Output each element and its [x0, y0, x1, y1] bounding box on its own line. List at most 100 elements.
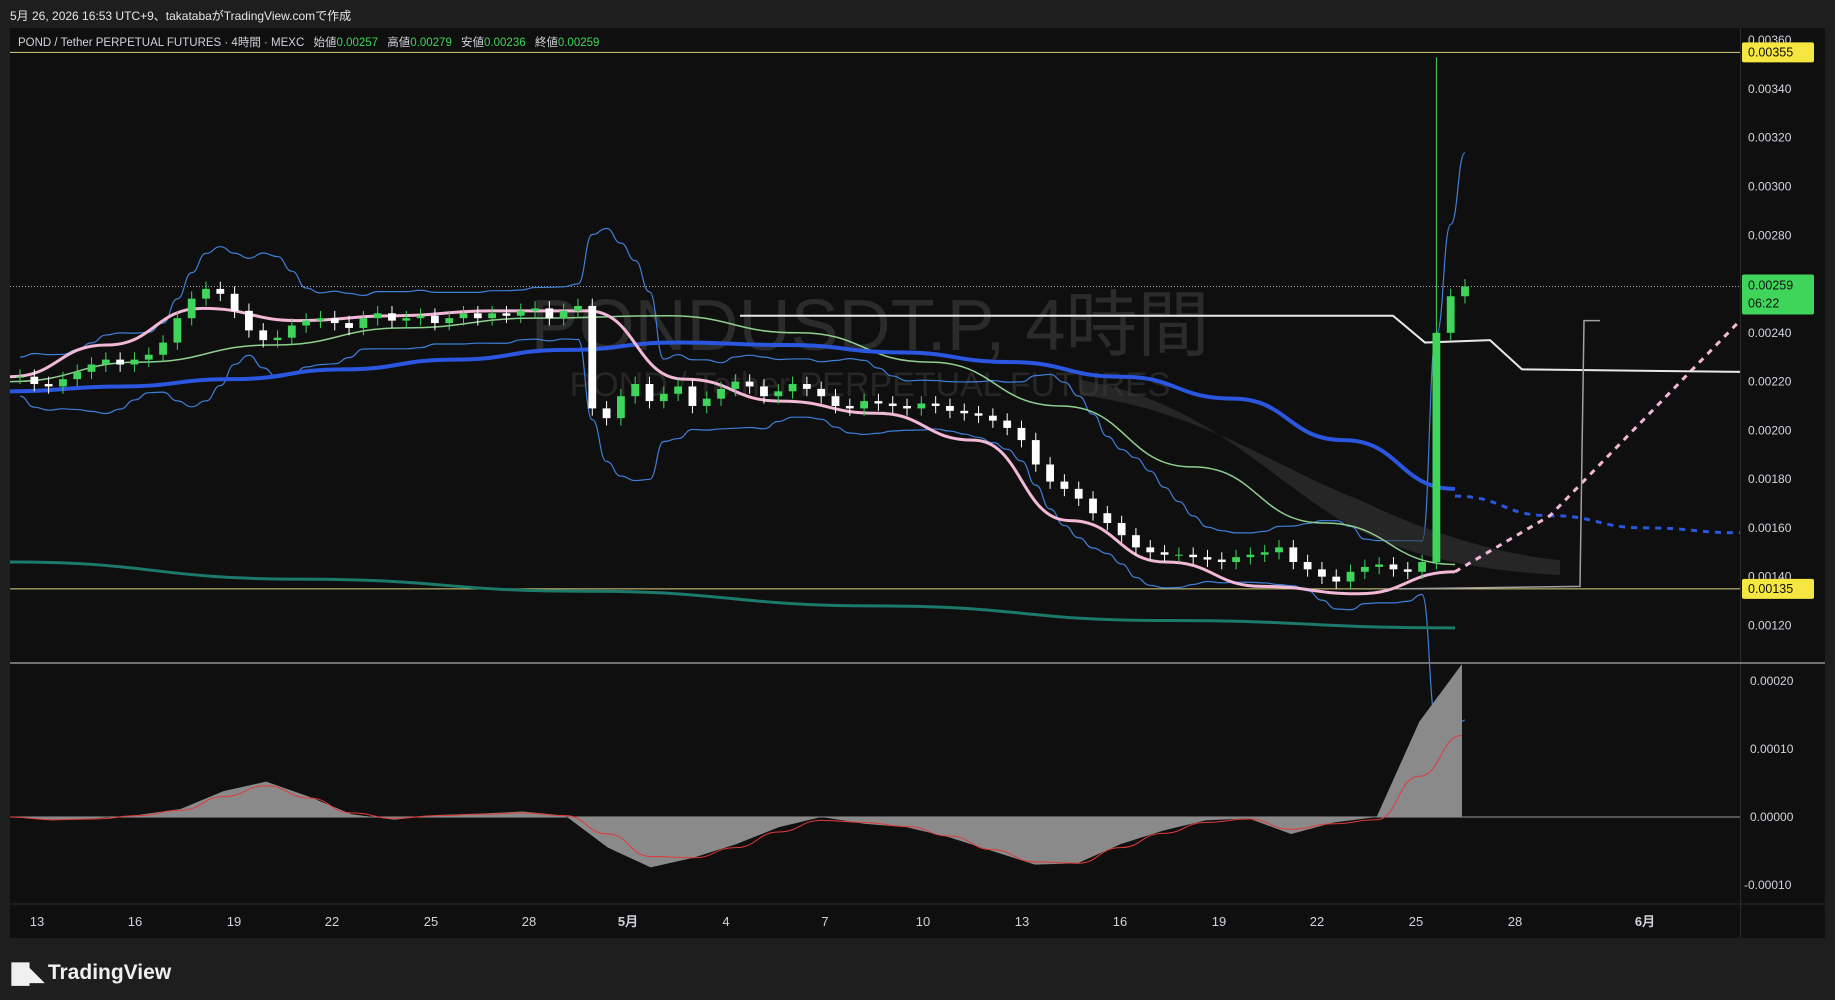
candle-body	[431, 315, 439, 324]
candle-body	[101, 359, 110, 365]
ema-long-projection	[1454, 494, 1741, 535]
ema-short-projection	[1454, 319, 1742, 574]
macd-tick-label: 0.00010	[1750, 742, 1794, 756]
candle-body	[602, 408, 611, 419]
time-tick-label: 4	[722, 914, 729, 929]
candle-body	[1289, 547, 1298, 563]
candle-body	[173, 318, 182, 343]
time-tick-label: 7	[821, 914, 828, 929]
candle-body	[473, 313, 482, 319]
candle-body	[1132, 535, 1140, 548]
candle-body	[59, 379, 67, 387]
candle-body	[802, 384, 811, 389]
candle-body	[159, 342, 167, 355]
candle-body	[502, 313, 511, 316]
low-value: 0.00236	[484, 37, 526, 49]
time-tick-label: 25	[424, 914, 438, 929]
candle-body	[87, 364, 96, 372]
high-value: 0.00279	[410, 37, 452, 49]
price-chart[interactable]: PONDUSDT.P, 4時間 POND / Tether PERPETUAL F…	[0, 0, 1835, 1000]
candle-body	[988, 415, 997, 421]
candle-body	[1103, 513, 1112, 524]
candle-body	[130, 359, 139, 365]
candle-body	[674, 386, 683, 394]
candle-body	[1389, 564, 1398, 570]
candle-body	[1117, 523, 1126, 536]
candle-body	[316, 318, 325, 321]
brand-name: TradingView	[47, 961, 172, 984]
time-tick-label: 6月	[1635, 914, 1655, 929]
candle-body	[717, 388, 725, 399]
macd-tick-label: 0.00000	[1750, 810, 1794, 824]
level-badge-label: 0.00135	[1748, 582, 1793, 596]
candle-body	[760, 386, 768, 397]
candle-body	[1089, 498, 1097, 514]
candle-body	[888, 403, 897, 406]
candle-body	[574, 305, 582, 311]
candle-body	[287, 325, 296, 338]
candle-body	[559, 310, 568, 319]
time-tick-label: 19	[1212, 914, 1226, 929]
ichimoku-cloud	[1080, 380, 1560, 575]
candle-body	[1232, 557, 1240, 563]
candle-body	[1275, 547, 1283, 553]
candle-body	[1360, 566, 1369, 572]
candle-body	[788, 384, 797, 392]
candle-body	[230, 293, 239, 311]
candle-body	[1332, 576, 1341, 582]
candle-body	[1203, 557, 1212, 560]
open-value: 0.00257	[336, 37, 379, 49]
close-label: 終値	[534, 37, 558, 49]
candle-body	[273, 337, 282, 341]
candle-body	[73, 371, 82, 380]
last-price-label: 0.00259	[1748, 278, 1793, 292]
candle-body	[702, 398, 711, 406]
candle-body	[831, 396, 840, 406]
candle-body	[44, 384, 53, 387]
level-badge-label: 0.00355	[1748, 45, 1793, 59]
candle-body	[116, 359, 125, 365]
tradingview-logo[interactable]: ▇◣ TradingView	[12, 960, 171, 986]
price-tick-label: 0.00300	[1748, 180, 1792, 194]
price-tick-label: 0.00240	[1748, 326, 1792, 340]
time-tick-label: 28	[1508, 914, 1522, 929]
symbol-line: POND / Tether PERPETUAL FUTURES · 4時間 · …	[18, 37, 305, 49]
candle-body	[1432, 332, 1441, 563]
low-label: 安値	[461, 37, 485, 49]
candle-body	[445, 318, 454, 324]
price-tick-label: 0.00280	[1748, 228, 1792, 242]
macd-histogram	[10, 664, 1462, 868]
time-tick-label: 13	[30, 914, 44, 929]
open-label: 始値	[313, 37, 337, 49]
candle-body	[616, 396, 625, 419]
tradingview-icon: ▇◣	[12, 960, 44, 985]
candle-body	[187, 298, 196, 319]
candle-body	[1160, 552, 1169, 555]
long-ma-line	[9, 560, 1456, 630]
price-tick-label: 0.00120	[1748, 618, 1792, 632]
candle-body	[774, 391, 783, 397]
candle-body	[302, 320, 311, 326]
candle-body	[860, 401, 869, 409]
candle-body	[202, 288, 210, 299]
candle-body	[1074, 488, 1083, 499]
candle-body	[1461, 286, 1469, 297]
candle-body	[917, 403, 926, 409]
symbol-legend: POND / Tether PERPETUAL FUTURES · 4時間 · …	[18, 34, 599, 50]
candle-body	[545, 308, 554, 319]
price-tick-label: 0.00200	[1748, 423, 1792, 437]
candle-body	[731, 381, 740, 389]
price-tick-label: 0.00220	[1748, 375, 1792, 389]
bar-countdown-label: 06:22	[1748, 296, 1779, 310]
candle-body	[960, 410, 969, 414]
candle-body	[531, 308, 539, 311]
candle-body	[1146, 547, 1155, 553]
candle-body	[845, 405, 854, 409]
candle-body	[1174, 554, 1183, 556]
price-tick-label: 0.00320	[1748, 131, 1792, 145]
candle-body	[259, 330, 268, 341]
candle-body	[1346, 571, 1355, 582]
candle-body	[30, 376, 39, 385]
candle-body	[373, 313, 382, 319]
candle-body	[1031, 440, 1040, 465]
